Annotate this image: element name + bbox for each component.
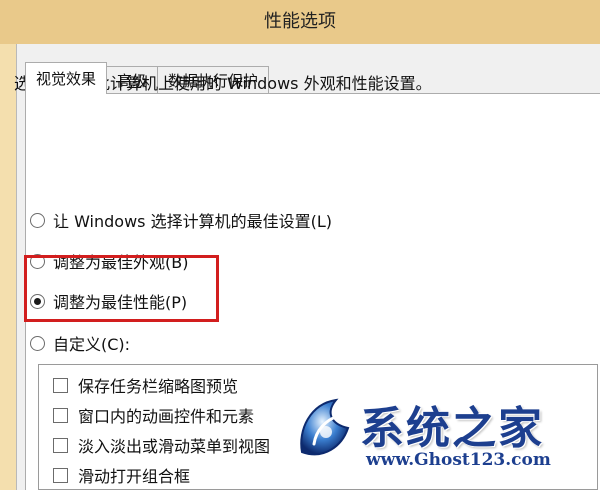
watermark: 系统之家 www.Ghost123.com [290,390,590,490]
title-bar: 性能选项 [0,0,600,44]
radio-custom[interactable]: 自定义(C): [30,331,130,355]
watermark-brand: 系统之家 [360,403,544,454]
radio-label: 自定义(C): [53,335,131,354]
radio-button[interactable] [30,335,45,351]
checkbox[interactable] [53,377,68,393]
list-item[interactable]: 窗口内的动画控件和元素 [53,403,254,427]
watermark-url: www.Ghost123.com [366,450,551,470]
radio-label: 让 Windows 选择计算机的最佳设置(L) [53,212,332,231]
tab-visual-effects[interactable]: 视觉效果 [25,62,108,94]
checkbox[interactable] [53,407,68,423]
checkbox[interactable] [53,437,68,453]
checkbox[interactable] [53,467,68,483]
effect-label: 滑动打开组合框 [78,467,191,486]
system-home-logo-icon [300,398,350,456]
effect-label: 淡入淡出或滑动菜单到视图 [78,437,271,456]
highlight-annotation-box [24,255,219,322]
effect-label: 窗口内的动画控件和元素 [78,407,255,426]
list-item[interactable]: 淡入淡出或滑动菜单到视图 [53,433,270,457]
radio-button[interactable] [30,212,45,228]
radio-let-windows-choose[interactable]: 让 Windows 选择计算机的最佳设置(L) [30,208,332,232]
list-item[interactable]: 保存任务栏缩略图预览 [53,373,238,397]
window-title: 性能选项 [264,11,336,32]
list-item[interactable]: 滑动打开组合框 [53,463,190,487]
effect-label: 保存任务栏缩略图预览 [78,377,239,396]
